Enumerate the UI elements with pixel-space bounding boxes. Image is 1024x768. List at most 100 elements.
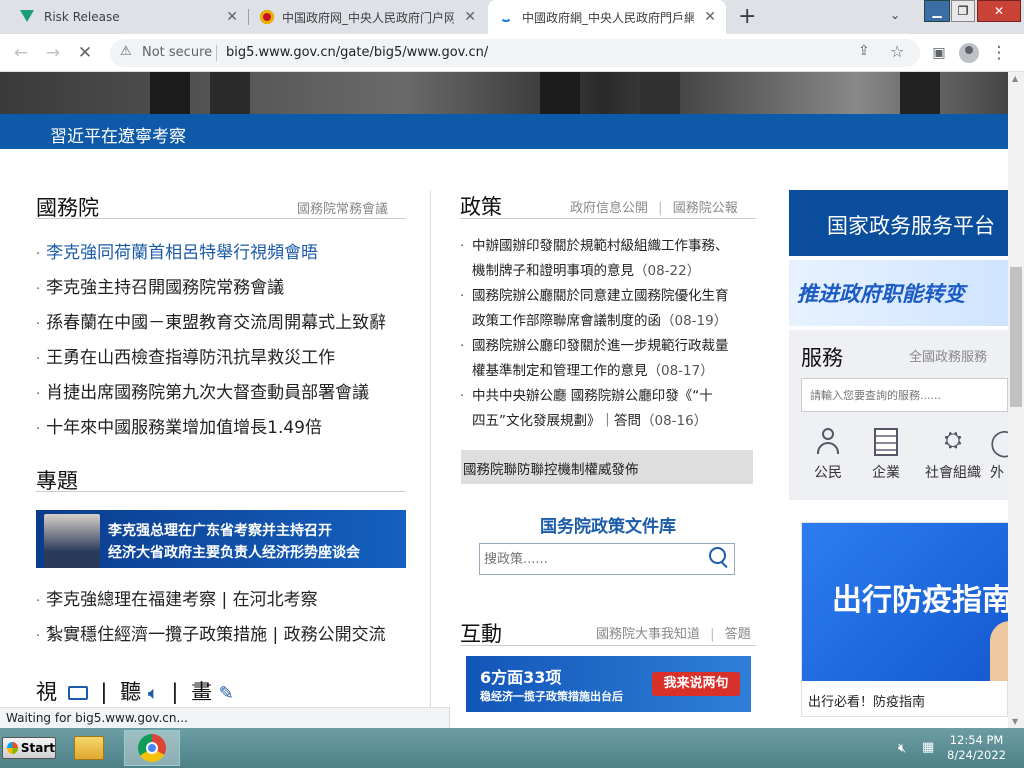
comment-button[interactable]: 我来说两句 xyxy=(652,672,740,696)
tab-close-icon[interactable]: ✕ xyxy=(704,9,716,25)
scrollbar-thumb[interactable] xyxy=(1010,267,1022,407)
policy-search-input[interactable] xyxy=(484,548,694,570)
news-link[interactable]: · 王勇在山西檢查指導防汛抗旱救災工作 xyxy=(36,343,335,368)
banner-caption[interactable]: 習近平在遼寧考察 xyxy=(50,122,186,147)
forward-icon[interactable]: → xyxy=(42,42,64,64)
person-icon xyxy=(798,428,858,462)
volume-muted-icon[interactable]: 🔇︎ xyxy=(898,741,906,756)
service-search-input[interactable] xyxy=(801,378,1008,412)
gazette-link[interactable]: 國務院公報 xyxy=(673,201,738,216)
page-scrollbar[interactable]: ▲ ▼ xyxy=(1008,72,1024,728)
news-link[interactable]: · 李克強主持召開國務院常務會議 xyxy=(36,273,284,298)
listen-link[interactable]: 聽 xyxy=(120,680,141,704)
speaker-icon[interactable]: 🔈︎ xyxy=(148,683,159,704)
premier-photo xyxy=(44,514,100,568)
network-icon[interactable]: ▦ xyxy=(922,740,934,755)
tab-search-icon[interactable]: ⌄ xyxy=(890,8,900,22)
epidemic-banner: 出行防疫指南 xyxy=(802,523,1008,681)
share-icon[interactable]: ⇪ xyxy=(858,43,870,59)
tab-title: Risk Release xyxy=(44,10,120,24)
interaction-more-links: 國務院大事我知道 | 答題 xyxy=(596,627,751,642)
menu-kebab-icon[interactable]: ⋮ xyxy=(988,42,1010,64)
video-link[interactable]: 視 xyxy=(36,680,57,704)
service-more-link[interactable]: 全國政務服務 xyxy=(909,346,987,365)
news-link[interactable]: · 李克強同荷蘭首相呂特舉行視頻會晤 xyxy=(36,238,318,263)
policy-link[interactable]: · 中共中央辦公廳 國務院辦公廳印發《“十 四五”文化發展規劃》｜答問（08-16） xyxy=(460,384,760,434)
platform-card[interactable]: 国家政务服务平台 xyxy=(789,190,1008,256)
web-page: 習近平在遼寧考察 國務院 國務院常務會議 · 李克強同荷蘭首相呂特舉行視頻會晤 ·… xyxy=(0,72,1008,728)
gov-info-link[interactable]: 政府信息公開 xyxy=(570,201,648,216)
policy-link[interactable]: · 國務院辦公廳印發關於進一步規範行政裁量 權基準制定和管理工作的意見（08-17） xyxy=(460,334,760,384)
foreign-service[interactable]: ◯ 外 xyxy=(990,428,1008,482)
side-panel-icon[interactable]: ▣ xyxy=(928,42,950,64)
start-button[interactable]: Start xyxy=(2,737,56,759)
search-icon[interactable] xyxy=(709,547,726,564)
news-link[interactable]: · 孫春蘭在中國－東盟教育交流周開幕式上致辭 xyxy=(36,308,386,333)
interaction-banner[interactable]: 6方面33项 稳经济一揽子政策措施出台后 我来说两句 xyxy=(466,656,751,712)
taskbar: Start 🔇︎ ▦ 12:54 PM 8/24/2022 xyxy=(0,728,1024,768)
tab-gov-simplified[interactable]: 中国政府网_中央人民政府门户网 ✕ xyxy=(250,0,486,34)
minimize-button[interactable]: ▁ xyxy=(924,0,950,22)
close-window-button[interactable]: ✕ xyxy=(977,0,1021,22)
interaction-title[interactable]: 互動 xyxy=(460,618,502,648)
epidemic-banner-text: 出行防疫指南 xyxy=(832,583,1008,618)
edit-icon[interactable]: ✎ xyxy=(219,683,234,704)
news-link[interactable]: · 十年來中國服務業增加值增長1.49倍 xyxy=(36,413,322,438)
worker-illustration xyxy=(990,621,1008,681)
tab-close-icon[interactable]: ✕ xyxy=(226,9,238,25)
url-text[interactable]: big5.www.gov.cn/gate/big5/www.gov.cn/ xyxy=(226,45,488,60)
address-bar[interactable]: ⚠ Not secure big5.www.gov.cn/gate/big5/w… xyxy=(110,39,920,67)
windows-logo-icon xyxy=(7,742,18,754)
service-title[interactable]: 服務 xyxy=(801,342,843,372)
draw-link[interactable]: 畫 xyxy=(191,680,212,704)
state-council-more-link[interactable]: 國務院常務會議 xyxy=(297,198,388,217)
tab-title: 中国政府网_中央人民政府门户网 xyxy=(282,10,454,25)
topic-banner[interactable]: 李克强总理在广东省考察并主持召开 经济大省政府主要负责人经济形势座谈会 xyxy=(36,510,406,568)
policy-link[interactable]: · 中辦國辦印發關於規範村級組織工作事務、 機制牌子和證明事項的意見（08-22） xyxy=(460,234,760,284)
news-link[interactable]: · 肖捷出席國務院第九次大督查動員部署會議 xyxy=(36,378,369,403)
quiz-link[interactable]: 答題 xyxy=(725,627,751,642)
stop-loading-icon[interactable]: ✕ xyxy=(74,42,96,64)
platform-title: 国家政务服务平台 xyxy=(827,214,995,238)
org-service[interactable]: ⛭ 社會組織 xyxy=(920,428,986,482)
tab-gov-traditional[interactable]: 中國政府網_中央人民政府門戶網 ✕ xyxy=(488,0,726,34)
epidemic-guide-card[interactable]: 出行防疫指南 出行必看！防疫指南 xyxy=(801,522,1008,717)
citizen-service[interactable]: 公民 xyxy=(798,428,858,482)
topic-link[interactable]: · 李克強總理在福建考察 | 在河北考察 xyxy=(36,585,318,610)
clock-date: 8/24/2022 xyxy=(947,748,1006,762)
bookmark-star-icon[interactable]: ☆ xyxy=(890,42,904,61)
promo-text: 推进政府职能转变 xyxy=(797,282,965,306)
security-label[interactable]: Not secure xyxy=(142,45,212,60)
policy-link[interactable]: · 國務院辦公廳關於同意建立國務院優化生育 政策工作部際聯席會議制度的函（08-19… xyxy=(460,284,760,334)
video-icon[interactable] xyxy=(67,686,88,700)
tab-close-icon[interactable]: ✕ xyxy=(464,9,476,25)
clock-time: 12:54 PM xyxy=(949,733,1004,747)
browser-toolbar: ← → ✕ ⚠ Not secure big5.www.gov.cn/gate/… xyxy=(0,34,1024,72)
system-clock[interactable]: 12:54 PM 8/24/2022 xyxy=(947,733,1006,763)
warning-icon[interactable]: ⚠ xyxy=(120,44,132,59)
restore-button[interactable]: ❐ xyxy=(951,0,975,22)
chrome-icon xyxy=(138,734,166,762)
policy-search-box xyxy=(479,543,735,575)
vuetify-logo-icon xyxy=(20,10,34,22)
reform-promo-banner[interactable]: 推进政府职能转变 xyxy=(789,260,1008,326)
back-icon[interactable]: ← xyxy=(10,42,32,64)
topic-link[interactable]: · 紮實穩住經濟一攬子政策措施 | 政務公開交流 xyxy=(36,620,386,645)
know-link[interactable]: 國務院大事我知道 xyxy=(596,627,700,642)
enterprise-service[interactable]: 企業 xyxy=(856,428,916,482)
chrome-taskbar-button[interactable] xyxy=(124,730,180,766)
banner-caption-bar[interactable]: 習近平在遼寧考察 xyxy=(0,114,1008,149)
epidemic-control-link[interactable]: 國務院聯防聯控機制權威發佈 xyxy=(461,450,753,484)
building-icon xyxy=(856,428,916,462)
national-emblem-icon xyxy=(260,10,274,24)
profile-avatar-icon[interactable] xyxy=(958,42,980,64)
new-tab-button[interactable]: + xyxy=(738,4,756,29)
globe-icon: ◯ xyxy=(990,428,1008,458)
policy-library-title[interactable]: 国务院政策文件库 xyxy=(460,512,756,537)
tab-risk-release[interactable]: Risk Release ✕ xyxy=(8,0,248,34)
file-explorer-icon[interactable] xyxy=(62,730,116,766)
epidemic-caption[interactable]: 出行必看！防疫指南 xyxy=(808,691,925,710)
banner-subline: 稳经济一揽子政策措施出台后 xyxy=(480,690,623,703)
policy-title[interactable]: 政策 xyxy=(460,191,502,221)
hero-image[interactable] xyxy=(0,72,1008,114)
